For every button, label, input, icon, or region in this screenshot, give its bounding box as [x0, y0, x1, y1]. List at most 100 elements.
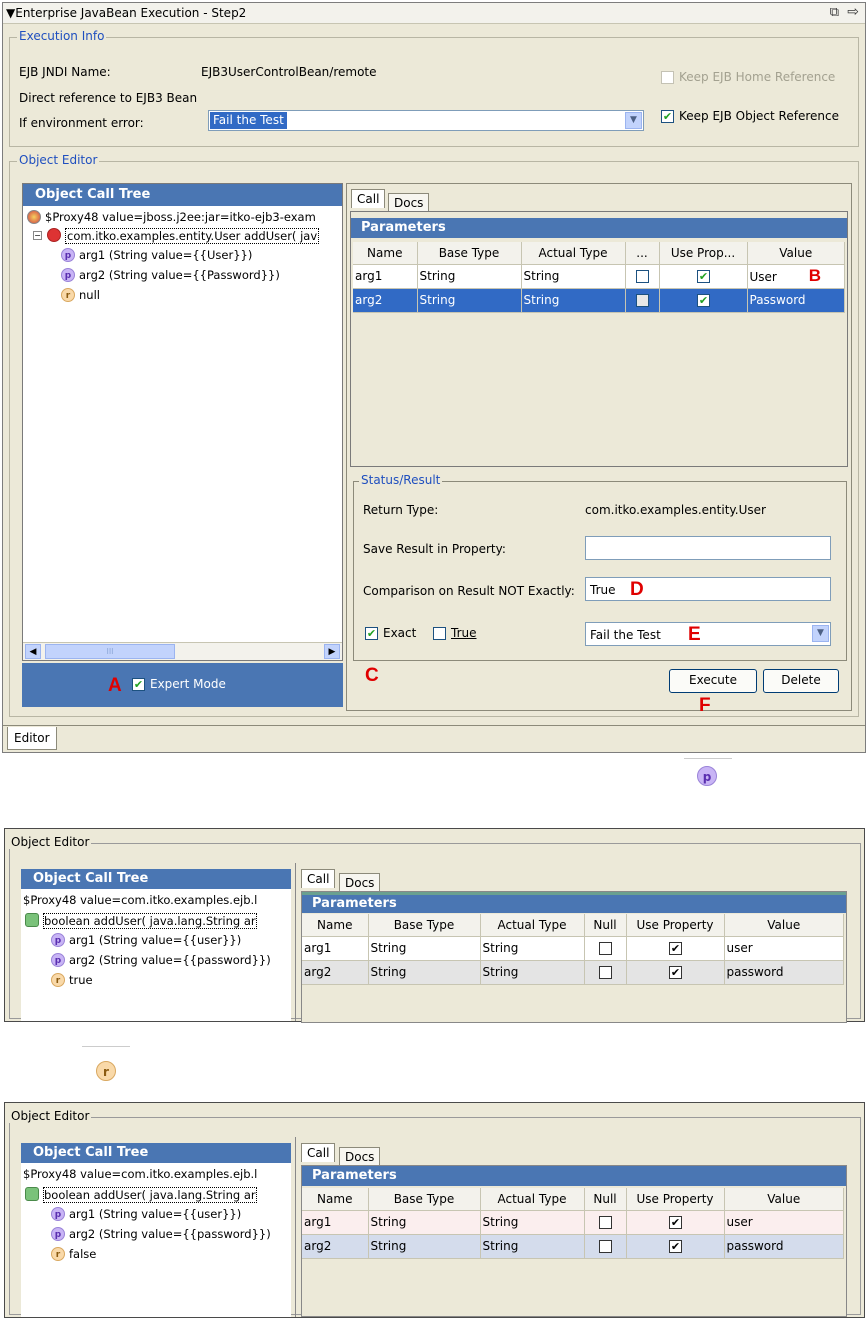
collapse-minus-icon[interactable]: − — [33, 231, 42, 240]
chevron-down-icon[interactable]: ▼ — [625, 112, 642, 129]
col-null[interactable]: Null — [584, 914, 627, 937]
return-icon: r — [61, 288, 75, 302]
cell-actual: String — [480, 960, 585, 985]
tab-docs[interactable]: Docs — [388, 193, 430, 212]
col-name[interactable]: Name — [353, 242, 418, 265]
detach-arrow-icon[interactable]: ⇨ — [847, 4, 859, 20]
scrollbar-thumb[interactable]: III — [45, 644, 175, 659]
col-value[interactable]: Value — [724, 914, 844, 937]
null-checkbox[interactable] — [599, 1239, 612, 1253]
col-actual-type[interactable]: Actual Type — [480, 1188, 585, 1211]
exact-label: Exact — [383, 626, 417, 640]
parameters-table: Name Base Type Actual Type ... Use Prop.… — [353, 242, 845, 313]
scroll-right-icon[interactable]: ▶ — [324, 644, 340, 659]
marker-c: C — [365, 665, 379, 686]
null-checkbox[interactable] — [599, 965, 612, 979]
tab-docs[interactable]: Docs — [339, 1147, 381, 1166]
keep-object-checkbox[interactable]: ✔ — [661, 110, 674, 123]
col-name[interactable]: Name — [302, 1188, 369, 1211]
col-use-property[interactable]: Use Property — [626, 1188, 725, 1211]
return-type-value: com.itko.examples.entity.User — [585, 503, 766, 517]
cell-value[interactable]: password — [724, 960, 844, 985]
col-base-type[interactable]: Base Type — [368, 914, 481, 937]
scroll-left-icon[interactable]: ◀ — [25, 644, 41, 659]
tree-node-proxy[interactable]: $Proxy48 value=com.itko.examples.ejb.l — [23, 893, 257, 907]
cell-value[interactable]: Password — [747, 288, 845, 313]
method-icon — [25, 913, 39, 927]
null-cell — [584, 1234, 627, 1259]
use-property-checkbox[interactable]: ✔ — [669, 941, 682, 955]
col-null[interactable]: Null — [584, 1188, 627, 1211]
col-base-type[interactable]: Base Type — [368, 1188, 481, 1211]
col-value[interactable]: Value — [724, 1188, 844, 1211]
table-row[interactable]: arg1 String String ✔ user — [302, 1210, 844, 1235]
tab-editor[interactable]: Editor — [7, 727, 57, 750]
cell-name: arg2 — [353, 288, 418, 313]
save-result-input[interactable] — [585, 536, 831, 560]
env-error-selected: Fail the Test — [210, 112, 287, 129]
null-checkbox[interactable] — [599, 941, 612, 955]
restore-window-icon[interactable]: ⧉ — [830, 5, 839, 20]
expert-mode-checkbox[interactable]: ✔ — [132, 678, 145, 691]
col-null[interactable]: ... — [625, 242, 660, 265]
cell-value[interactable]: User — [750, 270, 777, 284]
cell-name: arg2 — [302, 1234, 369, 1259]
tree-node-proxy[interactable]: $Proxy48 value=com.itko.examples.ejb.l — [23, 1167, 257, 1181]
exact-checkbox[interactable]: ✔ — [365, 627, 378, 640]
ejb-execution-window: ▼Enterprise JavaBean Execution - Step2 ⧉… — [2, 2, 866, 753]
object-editor-legend: Object Editor — [17, 153, 100, 167]
null-checkbox[interactable] — [599, 1215, 612, 1229]
execute-button[interactable]: Execute — [669, 669, 757, 693]
col-name[interactable]: Name — [302, 914, 369, 937]
table-row[interactable]: arg1 String String ✔ User B — [353, 264, 845, 289]
env-error-label: If environment error: — [19, 116, 144, 130]
col-use-property[interactable]: Use Property — [626, 914, 725, 937]
col-base-type[interactable]: Base Type — [417, 242, 522, 265]
table-row[interactable]: arg2 String String ✔ Password — [353, 288, 845, 313]
null-checkbox[interactable] — [636, 293, 649, 307]
tab-docs[interactable]: Docs — [339, 873, 381, 892]
tab-call[interactable]: Call — [301, 1143, 336, 1162]
table-row[interactable]: arg2 String String ✔ password — [302, 960, 844, 985]
use-property-checkbox[interactable]: ✔ — [669, 1215, 682, 1229]
tab-call[interactable]: Call — [301, 869, 336, 888]
fail-action-select[interactable]: Fail the Test E ▼ — [585, 622, 831, 646]
col-value[interactable]: Value — [747, 242, 845, 265]
parameter-icon: p — [61, 248, 75, 262]
tab-call[interactable]: Call — [351, 189, 386, 208]
use-property-checkbox[interactable]: ✔ — [697, 269, 710, 283]
cell-name: arg1 — [353, 264, 418, 289]
comparison-input[interactable]: True D — [585, 577, 831, 601]
table-row[interactable]: arg2 String String ✔ password — [302, 1234, 844, 1259]
tree-horizontal-scrollbar[interactable]: ◀ III ▶ — [23, 642, 342, 660]
chevron-down-icon[interactable]: ▼ — [812, 625, 829, 642]
icon-divider — [82, 1046, 130, 1047]
use-property-cell: ✔ — [626, 1234, 725, 1259]
null-checkbox[interactable] — [636, 269, 649, 283]
object-call-tree-panel: Object Call Tree $Proxy48 value=jboss.j2… — [22, 183, 343, 661]
cell-base: String — [417, 288, 522, 313]
delete-button[interactable]: Delete — [763, 669, 839, 693]
env-error-select[interactable]: Fail the Test ▼ — [208, 110, 644, 131]
title-bar: ▼Enterprise JavaBean Execution - Step2 ⧉… — [3, 3, 865, 24]
use-property-checkbox[interactable]: ✔ — [669, 965, 682, 979]
collapse-triangle-icon[interactable]: ▼ — [6, 6, 15, 20]
cell-value[interactable]: user — [724, 936, 844, 961]
object-editor-panel-3: Object Editor Object Call Tree $Proxy48 … — [4, 1102, 865, 1318]
use-property-checkbox[interactable]: ✔ — [697, 293, 710, 307]
parameter-icon: p — [51, 1207, 65, 1221]
parameters-table-2: Name Base Type Actual Type Null Use Prop… — [302, 914, 844, 985]
col-actual-type[interactable]: Actual Type — [480, 914, 585, 937]
icon-divider — [684, 758, 732, 759]
true-checkbox[interactable] — [433, 627, 446, 640]
cell-value[interactable]: password — [724, 1234, 844, 1259]
use-property-checkbox[interactable]: ✔ — [669, 1239, 682, 1253]
table-row[interactable]: arg1 String String ✔ user — [302, 936, 844, 961]
keep-home-checkbox[interactable] — [661, 71, 674, 84]
marker-e: E — [688, 624, 701, 645]
cell-value[interactable]: user — [724, 1210, 844, 1235]
cell-name: arg1 — [302, 936, 369, 961]
col-use-property[interactable]: Use Prop... — [659, 242, 748, 265]
col-actual-type[interactable]: Actual Type — [521, 242, 626, 265]
execution-info-legend: Execution Info — [17, 29, 107, 43]
